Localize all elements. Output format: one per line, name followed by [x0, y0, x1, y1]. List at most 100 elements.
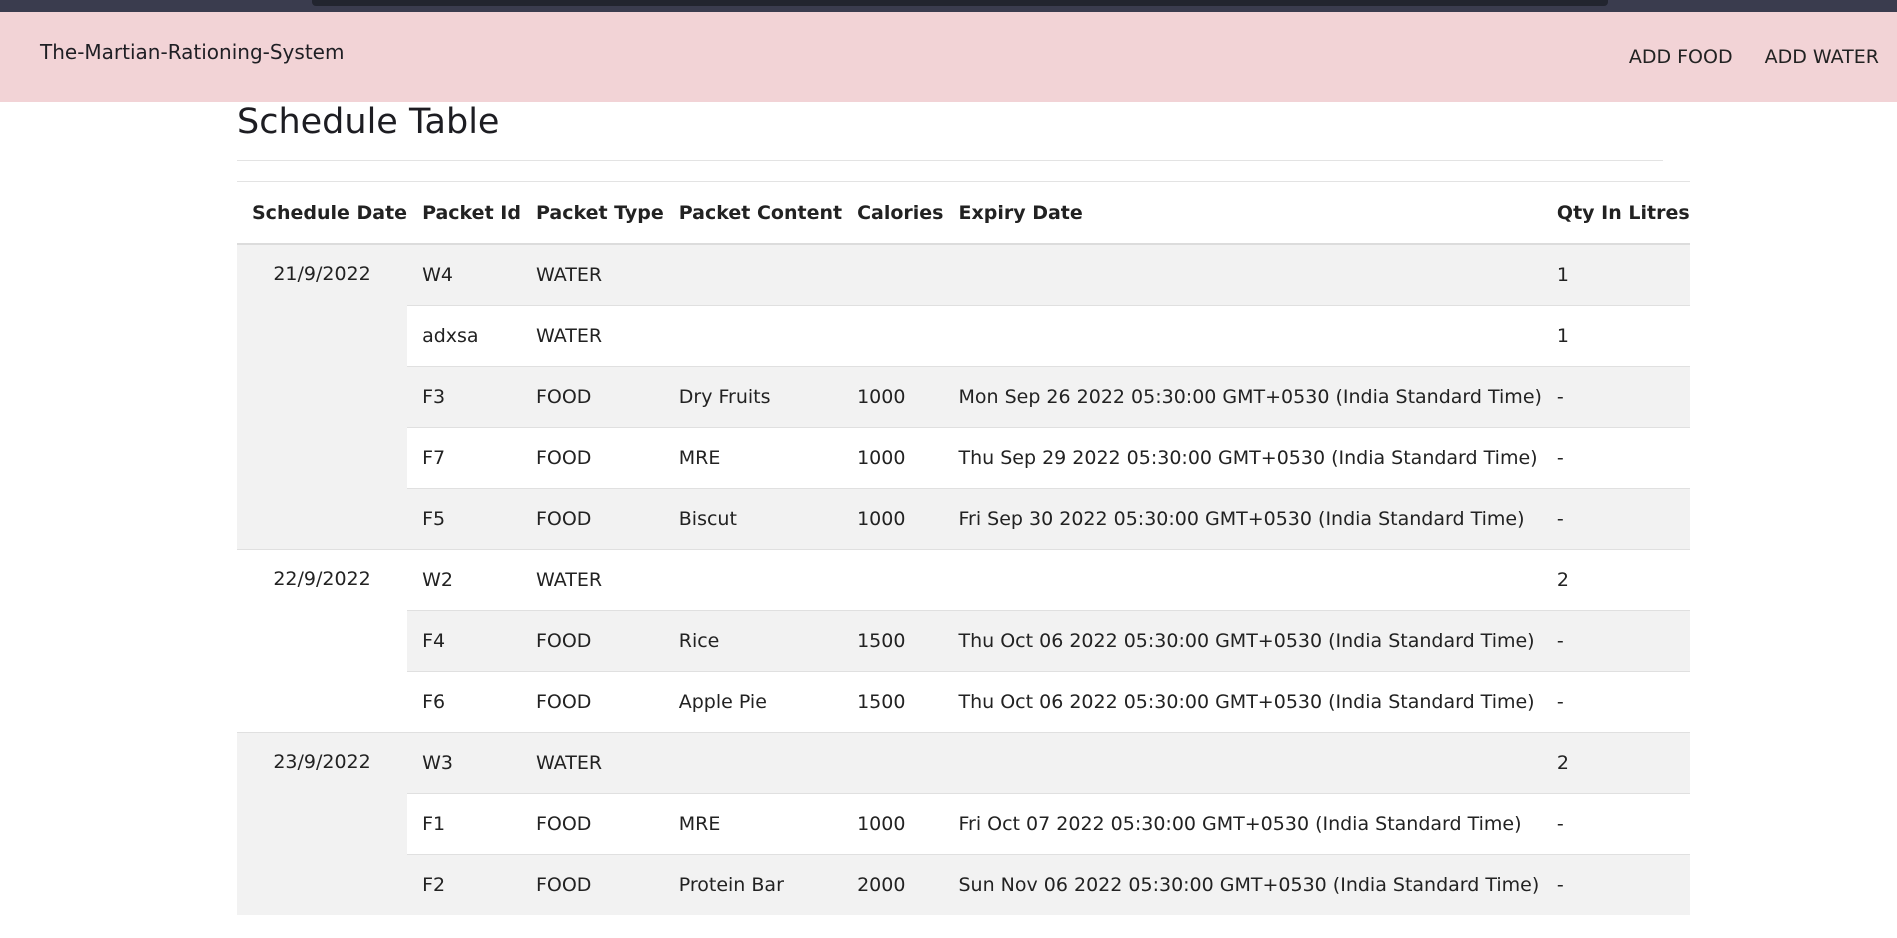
cell-packet-content: MRE [663, 427, 843, 489]
cell-expiry-date [943, 549, 1542, 611]
cell-packet-id: W4 [407, 243, 521, 306]
cell-packet-type: FOOD [520, 793, 664, 855]
cell-calories [842, 305, 944, 367]
cell-schedule-date: 23/9/2022 [237, 732, 408, 915]
title-divider [237, 160, 1663, 161]
cell-packet-id: F3 [407, 366, 521, 428]
cell-schedule-date: 21/9/2022 [237, 243, 408, 550]
cell-packet-type: FOOD [520, 671, 664, 733]
cell-calories [842, 549, 944, 611]
table-row: F3 FOOD Dry Fruits 1000 Mon Sep 26 2022 05:3… [237, 366, 1690, 428]
cell-calories [842, 243, 944, 306]
cell-expiry-date [943, 305, 1542, 367]
cell-packet-type: FOOD [520, 854, 664, 915]
cell-packet-content: MRE [663, 793, 843, 855]
cell-expiry-date: Thu Sep 29 2022 05:30:00 GMT+0530 (India… [943, 427, 1542, 489]
header-schedule-date: Schedule Date [237, 181, 408, 245]
table-row: 23/9/2022 W3 WATER 2 [237, 732, 1690, 915]
cell-packet-content: Rice [663, 610, 843, 672]
browser-top-bar [312, 0, 1608, 6]
cell-calories: 1500 [842, 610, 944, 672]
add-food-link[interactable]: ADD FOOD [1629, 46, 1733, 68]
cell-expiry-date: Thu Oct 06 2022 05:30:00 GMT+0530 (India… [943, 671, 1542, 733]
cell-packet-id: F4 [407, 610, 521, 672]
cell-packet-id: F6 [407, 671, 521, 733]
cell-calories: 1000 [842, 488, 944, 550]
cell-calories: 1500 [842, 671, 944, 733]
cell-calories: 2000 [842, 854, 944, 915]
cell-expiry-date: Fri Sep 30 2022 05:30:00 GMT+0530 (India… [943, 488, 1542, 550]
cell-packet-id: W3 [407, 732, 521, 794]
cell-packet-type: WATER [520, 243, 664, 306]
cell-expiry-date: Mon Sep 26 2022 05:30:00 GMT+0530 (India… [943, 366, 1542, 428]
cell-calories: 1000 [842, 366, 944, 428]
cell-packet-id: W2 [407, 549, 521, 611]
cell-qty: - [1541, 854, 1690, 915]
cell-packet-type: FOOD [520, 427, 664, 489]
cell-packet-type: WATER [520, 732, 664, 794]
cell-qty: 1 [1541, 305, 1690, 367]
cell-packet-content [663, 305, 843, 367]
cell-packet-content: Protein Bar [663, 854, 843, 915]
cell-packet-content: Dry Fruits [663, 366, 843, 428]
cell-packet-id: F2 [407, 854, 521, 915]
cell-packet-type: FOOD [520, 488, 664, 550]
browser-top-strip [0, 0, 1897, 12]
schedule-table-body: 21/9/2022 W4 WATER 1 adxsa WATER 1 F3 FOOD Dry Fr… [237, 243, 1690, 915]
table-row: 21/9/2022 W4 WATER 1 [237, 243, 1690, 550]
cell-qty: 2 [1541, 549, 1690, 611]
header-packet-id: Packet Id [407, 181, 521, 245]
header-packet-content: Packet Content [663, 181, 843, 245]
cell-packet-type: FOOD [520, 610, 664, 672]
header-calories: Calories [842, 181, 944, 245]
cell-packet-type: WATER [520, 305, 664, 367]
cell-qty: 1 [1541, 243, 1690, 306]
table-row: F7 FOOD MRE 1000 Thu Sep 29 2022 05:30:00 GM… [237, 427, 1690, 489]
cell-packet-content: Apple Pie [663, 671, 843, 733]
cell-qty: - [1541, 427, 1690, 489]
brand-title[interactable]: The-Martian-Rationing-System [40, 40, 344, 64]
cell-qty: - [1541, 610, 1690, 672]
table-row: F5 FOOD Biscut 1000 Fri Sep 30 2022 05:30:00… [237, 488, 1690, 550]
cell-packet-type: WATER [520, 549, 664, 611]
add-water-link[interactable]: ADD WATER [1765, 46, 1879, 68]
cell-packet-content [663, 243, 843, 306]
cell-expiry-date: Sun Nov 06 2022 05:30:00 GMT+0530 (India… [943, 854, 1542, 915]
cell-packet-id: adxsa [407, 305, 521, 367]
cell-schedule-date: 22/9/2022 [237, 549, 408, 733]
cell-packet-id: F1 [407, 793, 521, 855]
cell-calories: 1000 [842, 427, 944, 489]
nav-links: ADD FOOD ADD WATER [1629, 46, 1879, 68]
table-row: 22/9/2022 W2 WATER 2 [237, 549, 1690, 733]
table-row: F6 FOOD Apple Pie 1500 Thu Oct 06 2022 05:30… [237, 671, 1690, 733]
navbar: The-Martian-Rationing-System ADD FOOD AD… [0, 12, 1897, 102]
header-qty-in-litres: Qty In Litres [1541, 181, 1690, 245]
cell-packet-type: FOOD [520, 366, 664, 428]
header-packet-type: Packet Type [520, 181, 664, 245]
main-container: Schedule Table Schedule Date Packet Id P… [237, 102, 1690, 915]
cell-qty: - [1541, 488, 1690, 550]
header-expiry-date: Expiry Date [943, 181, 1542, 245]
table-row: F1 FOOD MRE 1000 Fri Oct 07 2022 05:30:00 GM… [237, 793, 1690, 855]
cell-qty: - [1541, 366, 1690, 428]
schedule-table: Schedule Date Packet Id Packet Type Pack… [237, 181, 1690, 915]
cell-expiry-date [943, 243, 1542, 306]
cell-qty: 2 [1541, 732, 1690, 794]
cell-packet-content [663, 732, 843, 794]
cell-expiry-date: Fri Oct 07 2022 05:30:00 GMT+0530 (India… [943, 793, 1542, 855]
cell-calories [842, 732, 944, 794]
table-row: F2 FOOD Protein Bar 2000 Sun Nov 06 2022 05:… [237, 854, 1690, 915]
page-title: Schedule Table [237, 102, 500, 142]
cell-packet-id: F5 [407, 488, 521, 550]
cell-calories: 1000 [842, 793, 944, 855]
table-row: F4 FOOD Rice 1500 Thu Oct 06 2022 05:30:00 G… [237, 610, 1690, 672]
cell-expiry-date: Thu Oct 06 2022 05:30:00 GMT+0530 (India… [943, 610, 1542, 672]
cell-expiry-date [943, 732, 1542, 794]
table-header-row: Schedule Date Packet Id Packet Type Pack… [237, 181, 1690, 245]
table-row: adxsa WATER 1 [237, 305, 1690, 367]
cell-qty: - [1541, 671, 1690, 733]
cell-qty: - [1541, 793, 1690, 855]
cell-packet-content [663, 549, 843, 611]
cell-packet-content: Biscut [663, 488, 843, 550]
cell-packet-id: F7 [407, 427, 521, 489]
